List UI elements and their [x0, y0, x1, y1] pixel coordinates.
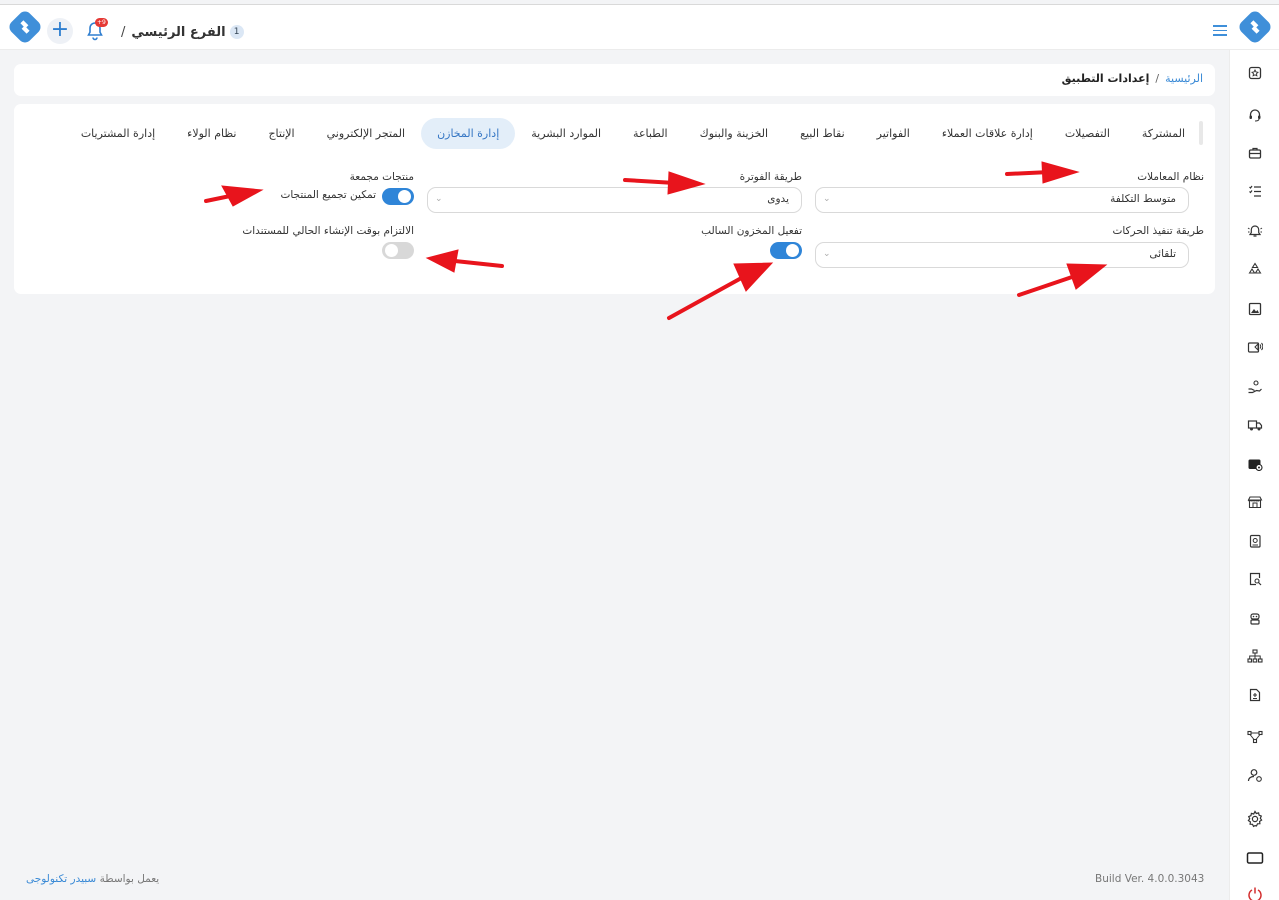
negative-stock-toggle[interactable] [770, 242, 802, 259]
tab-purchases[interactable]: إدارة المشتريات [65, 118, 171, 149]
settings-card: المشتركة التفصيلات إدارة علاقات العملاء … [14, 104, 1215, 294]
company-link[interactable]: سبيدر تكنولوجى [26, 873, 96, 885]
image-icon[interactable] [1246, 300, 1264, 318]
invoice-method-value: يدوى [767, 193, 789, 205]
notifications-button[interactable]: +9 [86, 18, 108, 43]
invoice-icon[interactable] [1246, 686, 1264, 704]
tab-loyalty[interactable]: نظام الولاء [171, 118, 252, 149]
add-button[interactable]: + [47, 18, 73, 44]
breadcrumb-separator: / [1155, 72, 1160, 85]
search-doc-icon[interactable] [1246, 570, 1264, 588]
tab-treasury-banks[interactable]: الخزينة والبنوك [684, 118, 784, 149]
chevron-down-icon: ⌄ [823, 249, 831, 259]
store-icon[interactable] [1246, 493, 1264, 511]
recycle-icon[interactable] [1246, 260, 1264, 278]
tab-warehouses[interactable]: إدارة المخازن [421, 117, 516, 149]
tab-ecommerce[interactable]: المتجر الإلكتروني [311, 118, 421, 149]
tab-production[interactable]: الإنتاج [252, 118, 310, 149]
tab-crm[interactable]: إدارة علاقات العملاء [926, 118, 1049, 149]
branch-separator: / [121, 24, 126, 40]
broadcast-icon[interactable] [1246, 338, 1264, 356]
power-icon[interactable] [1246, 885, 1264, 900]
invoice-method-label: طريقة الفوترة [739, 171, 802, 183]
checklist-icon[interactable] [1246, 182, 1264, 200]
settings-tabs: المشتركة التفصيلات إدارة علاقات العملاء … [65, 117, 1201, 149]
headset-icon[interactable] [1246, 106, 1264, 124]
bundled-products-label: منتجات مجمعة [349, 171, 414, 183]
breadcrumb-card: الرئيسية / إعدادات التطبيق [14, 64, 1215, 96]
menu-toggle-icon[interactable] [1213, 25, 1227, 36]
hierarchy-icon[interactable] [1246, 647, 1264, 665]
tab-printing[interactable]: الطباعة [617, 118, 684, 149]
movements-execution-select[interactable]: تلقائى ⌄ [815, 242, 1189, 268]
chevron-down-icon: ⌄ [823, 194, 831, 204]
network-icon[interactable] [1246, 728, 1264, 746]
app-header: + +9 1 الفرع الرئيسي / [0, 5, 1279, 50]
creation-time-label: الالتزام بوقت الإنشاء الحالي للمستندات [242, 225, 414, 237]
powered-by: يعمل بواسطة سبيدر تكنولوجى [26, 873, 159, 885]
branch-selector[interactable]: 1 الفرع الرئيسي / [121, 24, 244, 40]
bundled-products-toggle[interactable] [382, 188, 414, 205]
breadcrumb: الرئيسية / إعدادات التطبيق [1062, 72, 1203, 85]
robot-icon[interactable] [1246, 609, 1264, 627]
window-icon[interactable] [1246, 849, 1264, 867]
branch-number: 1 [229, 25, 244, 39]
bundled-products-toggle-label: تمكين تجميع المنتجات [280, 189, 376, 201]
user-settings-icon[interactable] [1246, 766, 1264, 784]
tab-invoices[interactable]: الفواتير [861, 118, 926, 149]
tab-pos[interactable]: نقاط البيع [784, 118, 861, 149]
tab-shared[interactable]: المشتركة [1126, 118, 1201, 149]
tab-hr[interactable]: الموارد البشرية [515, 118, 617, 149]
chevron-down-icon: ⌄ [435, 194, 443, 204]
app-logo-icon[interactable] [6, 8, 44, 46]
invoice-method-select[interactable]: يدوى ⌄ [427, 187, 802, 213]
build-version: Build Ver. 4.0.0.3043 [1095, 873, 1205, 885]
hand-coin-icon[interactable] [1246, 378, 1264, 396]
breadcrumb-home-link[interactable]: الرئيسية [1165, 72, 1203, 85]
delivery-icon[interactable] [1246, 416, 1264, 434]
powered-by-prefix: يعمل بواسطة [99, 873, 160, 885]
gear-icon[interactable] [1246, 810, 1264, 828]
movements-execution-label: طريقة تنفيذ الحركات [1112, 225, 1204, 237]
branch-name: الفرع الرئيسي [131, 24, 226, 40]
movements-execution-value: تلقائى [1149, 248, 1176, 260]
sidebar [1229, 50, 1279, 900]
bell-alert-icon[interactable] [1246, 222, 1264, 240]
negative-stock-label: تفعيل المخزون السالب [701, 225, 802, 237]
page-title: إعدادات التطبيق [1061, 72, 1150, 85]
briefcase-icon[interactable] [1246, 144, 1264, 162]
transactions-system-value: متوسط التكلفة [1110, 193, 1176, 205]
tab-details[interactable]: التفصيلات [1049, 118, 1126, 149]
creation-time-toggle[interactable] [382, 242, 414, 259]
sidebar-logo-icon[interactable] [1236, 8, 1274, 46]
book-icon[interactable] [1246, 532, 1264, 550]
notification-badge: +9 [95, 18, 108, 27]
wallet-gear-icon[interactable] [1246, 455, 1264, 473]
transactions-system-label: نظام المعاملات [1137, 171, 1204, 183]
transactions-system-select[interactable]: متوسط التكلفة ⌄ [815, 187, 1189, 213]
star-doc-icon[interactable] [1246, 64, 1264, 82]
